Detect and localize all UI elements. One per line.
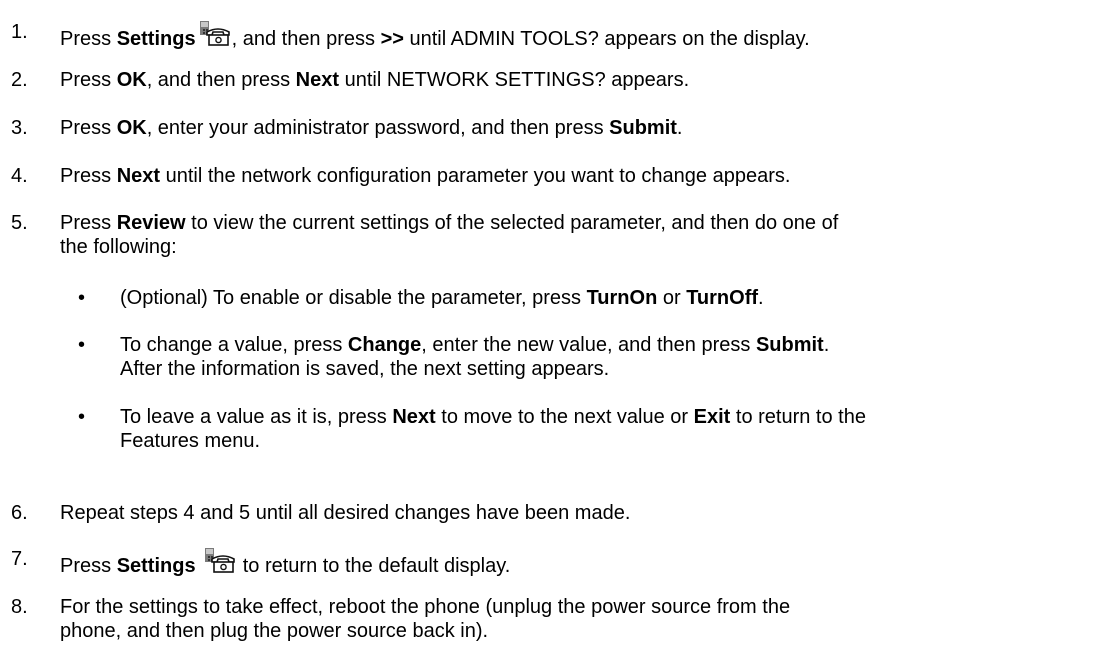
step-text: Press Review to view the current setting…	[60, 212, 839, 258]
step-text: Press Next until the network configurati…	[60, 165, 791, 187]
step-number: 8.	[11, 596, 28, 618]
settings-phone-icon	[199, 21, 230, 46]
bullet: •	[78, 287, 86, 309]
step-text: For the settings to take effect, reboot …	[60, 596, 791, 642]
step-number: 4.	[11, 165, 28, 187]
step-text: Press OK, and then press Next until NETW…	[60, 69, 690, 91]
step-number: 5.	[11, 212, 28, 234]
step-text: Press Settings, and then press >> until …	[60, 20, 1100, 51]
option-text: (Optional) To enable or disable the para…	[120, 287, 764, 309]
step-text: Press OK, enter your administrator passw…	[60, 117, 683, 139]
step-number: 3.	[11, 117, 28, 139]
step-number: 7.	[11, 548, 28, 570]
option-text: To leave a value as it is, press Next to…	[120, 406, 866, 452]
step-number: 2.	[11, 69, 28, 91]
step-number: 6.	[11, 502, 28, 524]
settings-phone-icon	[205, 548, 235, 573]
step-number: 1.	[11, 21, 28, 43]
step-text: Repeat steps 4 and 5 until all desired c…	[60, 502, 631, 524]
bullet: •	[78, 406, 86, 428]
option-text: To change a value, press Change, enter t…	[120, 334, 830, 380]
bullet: •	[78, 334, 86, 356]
step-text: Press Settings to return to the default …	[60, 547, 1100, 578]
